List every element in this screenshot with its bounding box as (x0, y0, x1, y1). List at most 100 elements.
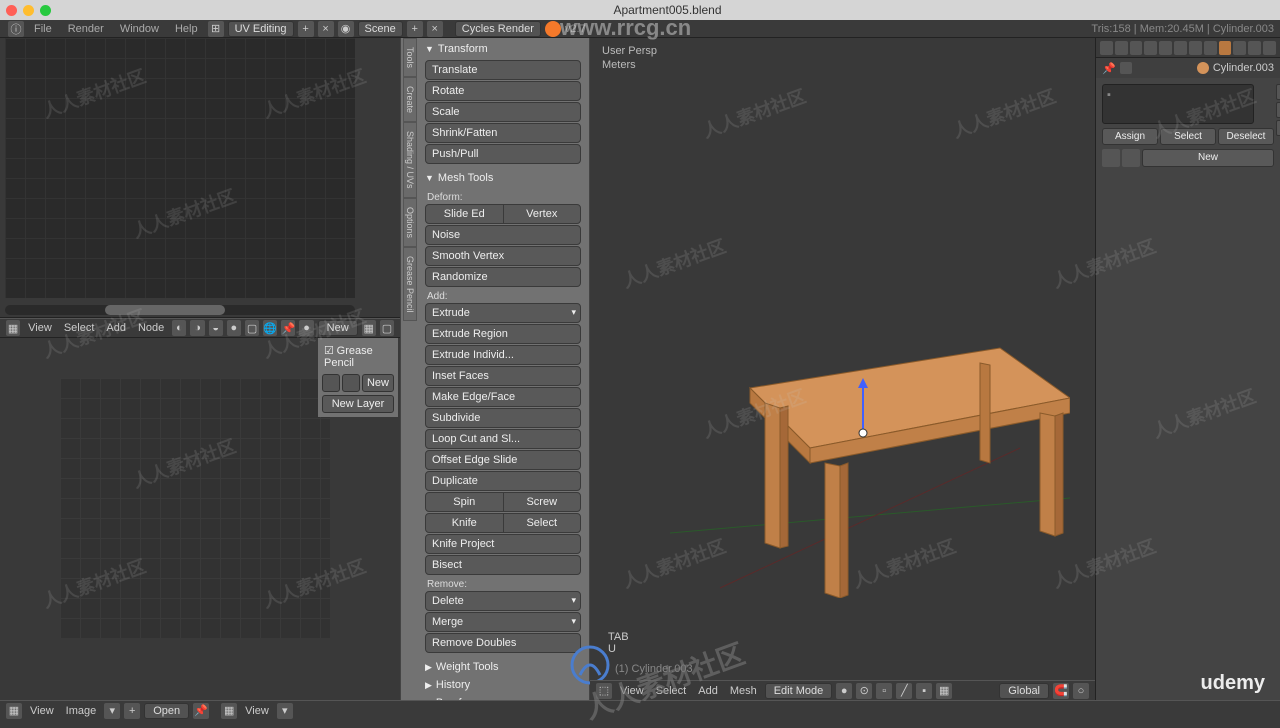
render-engine-dropdown[interactable]: Cycles Render (455, 21, 541, 37)
scale-button[interactable]: Scale (425, 102, 581, 122)
modifiers-tab-icon[interactable] (1189, 41, 1202, 55)
remove-doubles-button[interactable]: Remove Doubles (425, 633, 581, 653)
tab-tools[interactable]: Tools (403, 38, 417, 77)
spin-button[interactable]: Spin (426, 493, 504, 511)
image-open-button[interactable]: Open (144, 703, 189, 719)
maximize-window-button[interactable] (40, 5, 51, 16)
push-pull-button[interactable]: Push/Pull (425, 144, 581, 164)
vertex-select-icon[interactable]: ▫ (876, 683, 892, 699)
editor-type-image-icon[interactable]: ▦ (6, 703, 22, 719)
material-browse-icon[interactable] (1102, 149, 1120, 167)
loop-cut-button[interactable]: Loop Cut and Sl... (425, 429, 581, 449)
tab-shading-uvs[interactable]: Shading / UVs (403, 122, 417, 198)
extrude-region-button[interactable]: Extrude Region (425, 324, 581, 344)
material-specials-button[interactable]: ▾ (1276, 120, 1280, 136)
node-type-c-icon[interactable]: ◒ (209, 320, 223, 336)
img-menu-view[interactable]: View (24, 704, 60, 718)
orientation-dropdown[interactable]: Global (999, 683, 1049, 699)
scene-icon[interactable]: ◉ (338, 21, 354, 37)
make-edge-face-button[interactable]: Make Edge/Face (425, 387, 581, 407)
close-window-button[interactable] (6, 5, 17, 16)
transform-manipulator[interactable] (848, 378, 878, 438)
extrude-individual-button[interactable]: Extrude Individ... (425, 345, 581, 365)
inset-faces-button[interactable]: Inset Faces (425, 366, 581, 386)
vp-menu-mesh[interactable]: Mesh (724, 684, 763, 698)
image-new-icon[interactable]: + (124, 703, 140, 719)
screen-layout-dropdown[interactable]: UV Editing (228, 21, 294, 37)
data-tab-icon[interactable] (1204, 41, 1217, 55)
knife-select-button[interactable]: Select (504, 514, 581, 532)
limit-selection-icon[interactable]: ▦ (936, 683, 952, 699)
use-nodes-icon[interactable]: ▦ (362, 320, 376, 336)
3d-viewport[interactable]: User Persp Meters (590, 38, 1095, 700)
snap-icon[interactable]: 🧲 (1053, 683, 1069, 699)
uv-scrollbar-horizontal[interactable] (5, 305, 355, 315)
vp-menu-view[interactable]: View (614, 684, 650, 698)
physics-tab-icon[interactable] (1263, 41, 1276, 55)
knife-project-button[interactable]: Knife Project (425, 534, 581, 554)
randomize-button[interactable]: Randomize (425, 267, 581, 287)
world-icon[interactable]: 🌐 (263, 320, 277, 336)
mode-dropdown[interactable]: Edit Mode (765, 683, 833, 699)
display-mode-icon[interactable]: ▾ (277, 703, 293, 719)
mesh-tools-panel-header[interactable]: ▼Mesh Tools (419, 169, 587, 187)
node-type-a-icon[interactable]: ◐ (172, 320, 186, 336)
shading-mode-icon[interactable]: ● (836, 683, 852, 699)
material-remove-button[interactable]: − (1276, 102, 1280, 118)
tab-create[interactable]: Create (403, 77, 417, 122)
uv-grid[interactable] (5, 38, 355, 298)
img-menu-image[interactable]: Image (60, 704, 103, 718)
prop-edit-icon[interactable]: ○ (1073, 683, 1089, 699)
vp-menu-select[interactable]: Select (650, 684, 693, 698)
material-assign-button[interactable]: Assign (1102, 128, 1158, 145)
display-channel-icon[interactable]: ▦ (221, 703, 237, 719)
layout-icon[interactable]: ⊞ (208, 21, 224, 37)
editor-type-icon[interactable]: ▦ (6, 320, 20, 336)
menu-select[interactable]: Select (58, 321, 101, 335)
constraints-tab-icon[interactable] (1174, 41, 1187, 55)
img-menu-view2[interactable]: View (239, 704, 275, 718)
shader-icon[interactable]: ● (227, 320, 241, 336)
material-new-button[interactable]: New (1142, 149, 1274, 167)
menu-view[interactable]: View (22, 321, 58, 335)
uv-image-editor[interactable] (0, 38, 400, 318)
breadcrumb-object[interactable]: Cylinder.003 (1213, 62, 1274, 74)
editor-type-3dview-icon[interactable]: ⬚ (596, 683, 612, 699)
new-material-button[interactable]: New (318, 320, 358, 336)
menu-window[interactable]: Window (112, 23, 167, 35)
node-editor[interactable]: ☑ Grease Pencil New New Layer (0, 338, 400, 700)
node-icon[interactable] (1122, 149, 1140, 167)
render-tab-icon[interactable] (1100, 41, 1113, 55)
screw-button[interactable]: Screw (504, 493, 581, 511)
material-select-button[interactable]: Select (1160, 128, 1216, 145)
scene-dropdown[interactable]: Scene (358, 21, 403, 37)
material-list[interactable]: ▪ (1102, 84, 1254, 124)
layout-remove-icon[interactable]: × (318, 21, 334, 37)
texture-tab-icon[interactable] (1233, 41, 1246, 55)
noise-button[interactable]: Noise (425, 225, 581, 245)
offset-edge-slide-button[interactable]: Offset Edge Slide (425, 450, 581, 470)
object-icon[interactable]: ▢ (245, 320, 259, 336)
translate-button[interactable]: Translate (425, 60, 581, 80)
rotate-button[interactable]: Rotate (425, 81, 581, 101)
edge-select-icon[interactable]: ╱ (896, 683, 912, 699)
vp-menu-add[interactable]: Add (692, 684, 724, 698)
gp-new-layer-button[interactable]: New Layer (322, 395, 394, 413)
scene-add-icon[interactable]: + (407, 21, 423, 37)
slide-edge-button[interactable]: Slide Ed (426, 205, 504, 223)
node-editor-grid[interactable] (60, 378, 330, 638)
scene-remove-icon[interactable]: × (427, 21, 443, 37)
face-select-icon[interactable]: ▪ (916, 683, 932, 699)
menu-file[interactable]: File (26, 23, 60, 35)
layout-add-icon[interactable]: + (298, 21, 314, 37)
material-ball-icon[interactable]: ● (299, 320, 313, 336)
menu-render[interactable]: Render (60, 23, 112, 35)
pivot-icon[interactable]: ⊙ (856, 683, 872, 699)
material-add-button[interactable]: + (1276, 84, 1280, 100)
gp-new-button[interactable]: New (362, 374, 394, 392)
bisect-button[interactable]: Bisect (425, 555, 581, 575)
material-tab-icon[interactable] (1219, 41, 1232, 55)
world-tab-icon[interactable] (1144, 41, 1157, 55)
pin-icon[interactable]: 📌 (281, 320, 295, 336)
menu-help[interactable]: Help (167, 23, 206, 35)
